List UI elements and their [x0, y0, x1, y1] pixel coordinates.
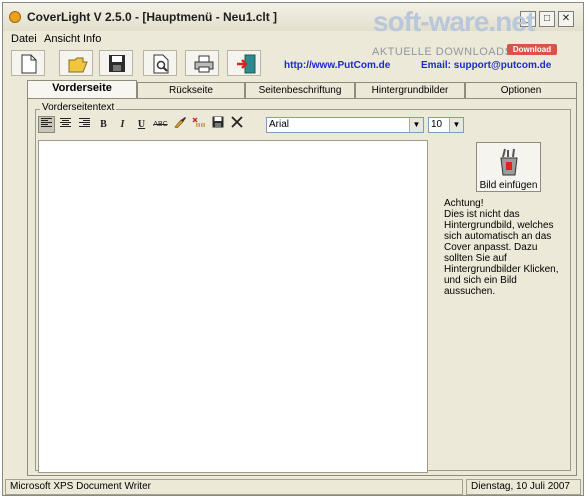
front-text-editor[interactable]: [38, 140, 428, 473]
tab-hintergrundbilder[interactable]: Hintergrundbilder: [355, 82, 465, 98]
tab-rueckseite[interactable]: Rückseite: [137, 82, 245, 98]
delete-text-button[interactable]: [228, 116, 245, 133]
size-select[interactable]: 10 ▼: [428, 117, 464, 133]
menu-ansicht[interactable]: Ansicht: [44, 33, 80, 45]
italic-button[interactable]: I: [114, 116, 131, 133]
tab-optionen[interactable]: Optionen: [465, 82, 577, 98]
format-toolbar: B I U ABC: [38, 116, 266, 134]
print-button[interactable]: [185, 50, 219, 76]
exit-door-icon: [237, 54, 256, 74]
front-text-group: Vorderseitentext B I U ABC Arial ▼ 10 ▼ …: [35, 102, 571, 473]
save-text-button[interactable]: [209, 116, 226, 133]
status-printer: Microsoft XPS Document Writer: [5, 479, 463, 495]
size-select-value: 10: [431, 119, 443, 130]
save-disk-icon: [109, 55, 125, 72]
clear-format-button[interactable]: [190, 116, 207, 133]
tab-strip: Vorderseite Rückseite Seitenbeschriftung…: [27, 80, 583, 99]
underline-button[interactable]: U: [133, 116, 150, 133]
text-color-button[interactable]: [171, 116, 188, 133]
tab-panel-vorderseite: Vorderseitentext B I U ABC Arial ▼ 10 ▼ …: [27, 98, 577, 476]
app-icon: [9, 11, 21, 23]
align-left-button[interactable]: [38, 116, 55, 133]
new-document-button[interactable]: [11, 50, 45, 76]
info-note: Achtung! Dies ist nicht das Hintergrundb…: [444, 198, 559, 297]
tab-seitenbeschriftung[interactable]: Seitenbeschriftung: [245, 82, 355, 98]
printer-icon: [194, 55, 214, 73]
status-date: Dienstag, 10 Juli 2007: [466, 479, 581, 495]
clear-format-icon: [192, 117, 205, 127]
exit-button[interactable]: [227, 50, 261, 76]
align-left-icon: [41, 118, 52, 127]
save-disk-icon: [212, 116, 223, 128]
align-center-button[interactable]: [57, 116, 74, 133]
email-link[interactable]: Email: support@putcom.de: [421, 60, 551, 71]
menu-info[interactable]: Info: [83, 33, 101, 45]
insert-image-label: Bild einfügen: [479, 180, 538, 191]
print-preview-button[interactable]: [143, 50, 177, 76]
group-label: Vorderseitentext: [40, 102, 117, 113]
bold-button[interactable]: B: [95, 116, 112, 133]
font-select-value: Arial: [269, 119, 290, 130]
tab-vorderseite[interactable]: Vorderseite: [27, 80, 137, 99]
status-bar: Microsoft XPS Document Writer Dienstag, …: [3, 479, 583, 495]
open-folder-icon: [68, 57, 88, 73]
chevron-down-icon[interactable]: ▼: [449, 118, 463, 132]
brush-icon: [174, 117, 186, 129]
align-right-button[interactable]: [76, 116, 93, 133]
save-button[interactable]: [99, 50, 133, 76]
align-center-icon: [60, 118, 71, 127]
app-window: CoverLight V 2.5.0 - [Hauptmenü - Neu1.c…: [2, 2, 584, 496]
chevron-down-icon[interactable]: ▼: [409, 118, 423, 132]
brushes-cup-icon: [500, 148, 518, 176]
close-icon: [230, 116, 243, 128]
new-document-icon: [21, 54, 37, 74]
window-title: CoverLight V 2.5.0 - [Hauptmenü - Neu1.c…: [27, 10, 278, 24]
print-preview-icon: [153, 54, 169, 74]
font-select[interactable]: Arial ▼: [266, 117, 424, 133]
website-link[interactable]: http://www.PutCom.de: [284, 60, 390, 71]
insert-image-button[interactable]: Bild einfügen: [476, 142, 541, 192]
align-right-icon: [79, 118, 90, 127]
strikethrough-button[interactable]: ABC: [152, 116, 169, 133]
open-button[interactable]: [59, 50, 93, 76]
menu-bar: Datei Ansicht Info: [3, 31, 583, 47]
menu-datei[interactable]: Datei: [11, 33, 37, 45]
